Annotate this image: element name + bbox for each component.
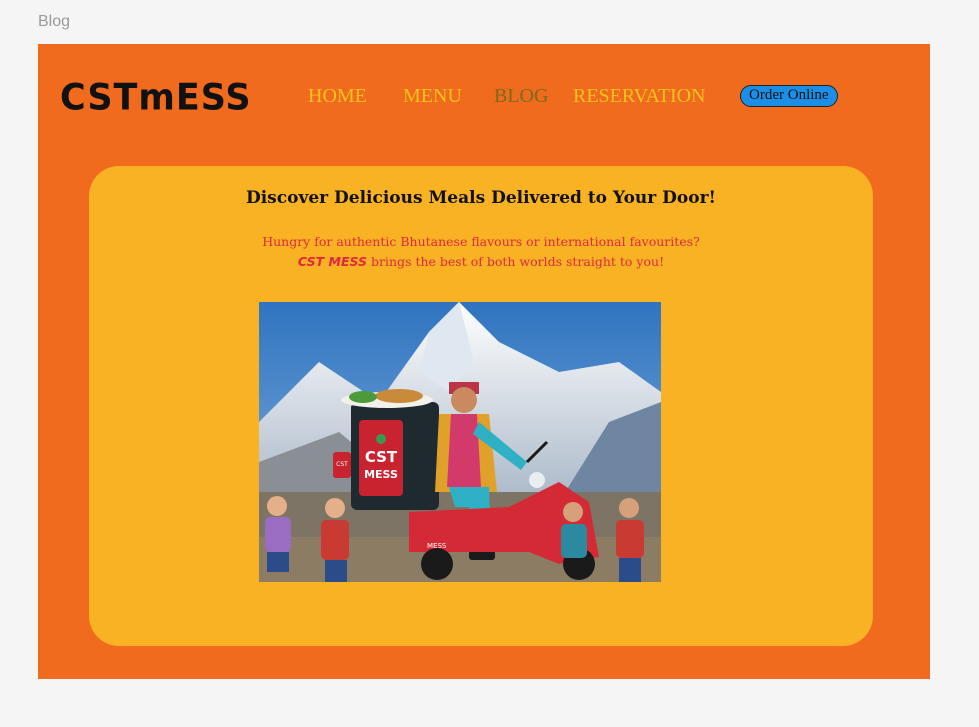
site-logo[interactable]: CSTmESS <box>60 77 252 119</box>
intro-line-1: Hungry for authentic Bhutanese flavours … <box>262 234 700 249</box>
nav-home[interactable]: HOME <box>308 85 367 108</box>
intro-line-2-text: brings the best of both worlds straight … <box>367 254 665 269</box>
frame-label: Blog <box>38 13 71 30</box>
nav-reservation[interactable]: RESERVATION <box>573 85 706 108</box>
bag-label-line1: CST <box>365 448 398 466</box>
page-frame: CSTmESS HOME MENU BLOG RESERVATION Order… <box>38 44 930 679</box>
hero-image: CST MESS CST MESS <box>259 302 661 582</box>
hero-headline: Discover Delicious Meals Delivered to Yo… <box>245 188 717 208</box>
bag-label-line2: MESS <box>364 468 398 481</box>
intro-line-2: CST MESS brings the best of both worlds … <box>89 252 873 272</box>
nav-blog[interactable]: BLOG <box>494 85 548 108</box>
hero-intro: Hungry for authentic Bhutanese flavours … <box>89 232 873 272</box>
order-online-button[interactable]: Order Online <box>740 85 838 107</box>
delivery-illustration: CST MESS CST MESS <box>259 302 661 582</box>
hero-card: Discover Delicious Meals Delivered to Yo… <box>89 166 873 646</box>
nav-menu[interactable]: MENU <box>403 85 462 108</box>
intro-brand-name: CST MESS <box>297 254 368 269</box>
bag-small-tag: CST <box>336 461 348 468</box>
